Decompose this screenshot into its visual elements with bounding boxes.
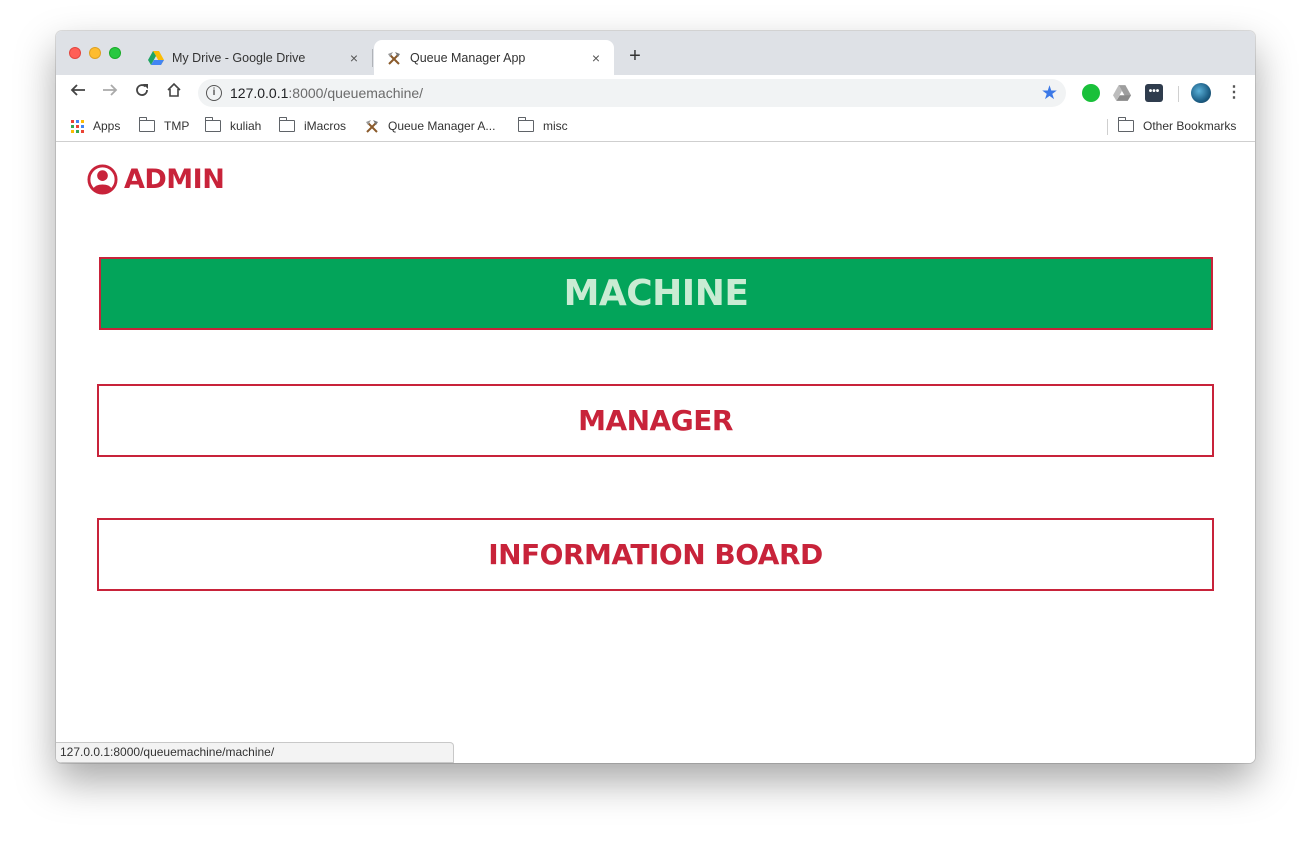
folder-icon [139,117,155,132]
url-host: 127.0.0.1 [230,85,289,101]
tab-google-drive[interactable]: My Drive - Google Drive × [136,40,372,75]
browser-menu-icon[interactable]: ⋮ [1226,82,1242,104]
extension-green-icon[interactable] [1082,84,1100,102]
link-status-bar: 127.0.0.1:8000/queuemachine/machine/ [56,742,454,763]
bookmark-apps[interactable]: Apps [71,117,120,135]
hammer-pick-icon [386,50,402,66]
tab-queue-manager[interactable]: Queue Manager App × [374,40,614,75]
back-icon[interactable] [66,81,90,105]
machine-menu-button[interactable]: MACHINE [99,257,1213,330]
information-board-menu-button[interactable]: INFORMATION BOARD [97,518,1214,591]
bookmark-label: iMacros [304,119,347,133]
folder-icon [1118,117,1134,132]
maximize-window-button[interactable] [109,47,121,59]
password-extension-icon[interactable]: ••• [1145,84,1163,102]
new-tab-icon[interactable]: + [624,45,646,67]
tab-strip: My Drive - Google Drive × Queue Manager … [56,31,1255,75]
browser-window: My Drive - Google Drive × Queue Manager … [56,31,1255,763]
google-drive-extension-icon[interactable] [1113,84,1131,102]
bookmark-kuliah[interactable]: kuliah [205,117,261,135]
forward-icon[interactable] [98,81,122,105]
admin-brand[interactable]: ADMIN [87,163,225,195]
profile-avatar-icon[interactable] [1191,83,1211,103]
brand-title: ADMIN [124,163,225,195]
close-window-button[interactable] [69,47,81,59]
user-circle-icon [87,163,118,195]
manager-menu-button[interactable]: MANAGER [97,384,1214,457]
bookmark-label: kuliah [230,119,262,133]
address-bar[interactable]: i 127.0.0.1:8000/queuemachine/ ★ [198,79,1066,107]
folder-icon [205,117,221,132]
bookmark-label: TMP [164,119,190,133]
tab-close-icon[interactable]: × [586,50,606,66]
site-info-icon[interactable]: i [206,85,222,101]
hammer-pick-icon [364,118,380,134]
tab-title: Queue Manager App [410,50,526,65]
bookmark-label: misc [543,119,568,133]
browser-toolbar: i 127.0.0.1:8000/queuemachine/ ★ ••• ⋮ [56,75,1255,111]
apps-grid-icon [71,119,84,133]
tab-divider [372,49,373,67]
bookmark-other-bookmarks[interactable]: Other Bookmarks [1118,117,1236,135]
bookmark-label: Other Bookmarks [1143,119,1237,133]
google-drive-icon [148,50,164,66]
folder-icon [518,117,534,132]
bookmark-star-icon[interactable]: ★ [1041,82,1058,105]
minimize-window-button[interactable] [89,47,101,59]
toolbar-divider [1178,86,1179,102]
bookmark-imacros[interactable]: iMacros [279,117,346,135]
tab-title: My Drive - Google Drive [172,50,306,65]
bookmark-queue-manager[interactable]: Queue Manager A... [364,117,495,135]
folder-icon [279,117,295,132]
bookmarks-bar: Apps TMP kuliah iMacros Queue Manager A.… [56,111,1255,142]
page-content: ADMIN MACHINE MANAGER INFORMATION BOARD [56,143,1255,763]
bookmark-misc[interactable]: misc [518,117,568,135]
bookmark-tmp[interactable]: TMP [139,117,189,135]
url-text[interactable]: 127.0.0.1:8000/queuemachine/ [230,85,423,101]
bookmark-label: Queue Manager A... [388,119,496,133]
bookmarks-divider [1107,119,1108,135]
home-icon[interactable] [162,81,186,105]
tab-close-icon[interactable]: × [344,50,364,66]
bookmark-label: Apps [93,119,121,133]
url-path: :8000/queuemachine/ [288,85,424,101]
reload-icon[interactable] [130,81,154,105]
